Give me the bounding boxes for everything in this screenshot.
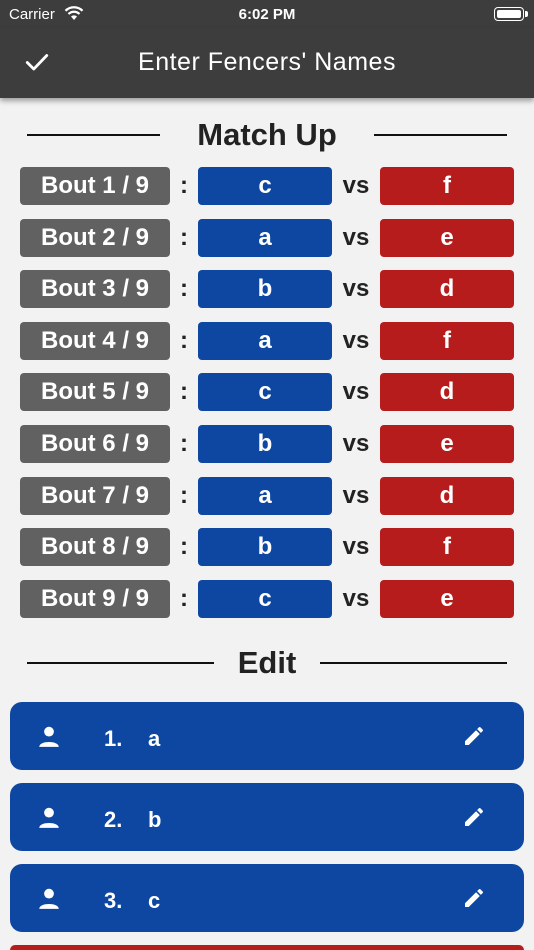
colon-separator: : xyxy=(180,533,188,560)
page-title: Enter Fencers' Names xyxy=(138,48,396,76)
fencer-number: 2. xyxy=(104,807,123,832)
right-fencer: e xyxy=(380,219,514,257)
status-bar: Carrier 6:02 PM xyxy=(0,0,534,28)
bout-row: Bout 2 / 9 : a vs e xyxy=(0,218,534,258)
vs-label: vs xyxy=(342,533,370,560)
bout-row: Bout 3 / 9 : b vs d xyxy=(0,269,534,309)
divider-right xyxy=(374,134,507,136)
right-fencer: f xyxy=(380,322,514,360)
edit-pencil-icon[interactable] xyxy=(462,886,486,910)
battery-icon xyxy=(494,7,528,21)
edit-pencil-icon[interactable] xyxy=(462,724,486,748)
bout-label: Bout 1 / 9 xyxy=(20,167,170,205)
bout-row: Bout 4 / 9 : a vs f xyxy=(0,321,534,361)
vs-label: vs xyxy=(342,172,370,199)
edit-header: Edit xyxy=(0,643,534,683)
bout-label: Bout 4 / 9 xyxy=(20,322,170,360)
fencer-number: 3. xyxy=(104,888,123,913)
vs-label: vs xyxy=(342,327,370,354)
bout-row: Bout 7 / 9 : a vs d xyxy=(0,476,534,516)
bout-label: Bout 6 / 9 xyxy=(20,425,170,463)
left-fencer: b xyxy=(198,425,332,463)
left-fencer: a xyxy=(198,322,332,360)
edit-pencil-icon[interactable] xyxy=(462,805,486,829)
bout-label: Bout 5 / 9 xyxy=(20,373,170,411)
vs-label: vs xyxy=(342,378,370,405)
right-fencer: d xyxy=(380,373,514,411)
colon-separator: : xyxy=(180,224,188,251)
right-fencer: f xyxy=(380,528,514,566)
bout-label: Bout 7 / 9 xyxy=(20,477,170,515)
person-icon xyxy=(39,726,59,747)
left-fencer: b xyxy=(198,528,332,566)
fencer-name: a xyxy=(148,726,161,751)
bout-label: Bout 9 / 9 xyxy=(20,580,170,618)
vs-label: vs xyxy=(342,224,370,251)
right-fencer: d xyxy=(380,477,514,515)
right-fencer: d xyxy=(380,270,514,308)
bout-label: Bout 2 / 9 xyxy=(20,219,170,257)
fencer-number: 1. xyxy=(104,726,123,751)
bout-label: Bout 8 / 9 xyxy=(20,528,170,566)
colon-separator: : xyxy=(180,585,188,612)
app-bar: Enter Fencers' Names xyxy=(0,28,534,98)
left-fencer: c xyxy=(198,580,332,618)
fencer-name: b xyxy=(148,807,162,832)
bout-label: Bout 3 / 9 xyxy=(20,270,170,308)
right-fencer: f xyxy=(380,167,514,205)
person-icon xyxy=(39,888,59,909)
fencer-edit-card[interactable]: 3. c xyxy=(10,864,524,932)
left-fencer: c xyxy=(198,167,332,205)
left-fencer: c xyxy=(198,373,332,411)
vs-label: vs xyxy=(342,482,370,509)
vs-label: vs xyxy=(342,275,370,302)
fencer-edit-card[interactable]: 1. a xyxy=(10,702,524,770)
left-fencer: a xyxy=(198,219,332,257)
divider-right xyxy=(320,662,507,664)
fencer-edit-card-partial[interactable] xyxy=(10,945,524,950)
fencer-edit-card[interactable]: 2. b xyxy=(10,783,524,851)
vs-label: vs xyxy=(342,430,370,457)
bout-row: Bout 9 / 9 : c vs e xyxy=(0,579,534,619)
left-fencer: a xyxy=(198,477,332,515)
fencer-name: c xyxy=(148,888,161,913)
colon-separator: : xyxy=(180,275,188,302)
colon-separator: : xyxy=(180,378,188,405)
colon-separator: : xyxy=(180,482,188,509)
vs-label: vs xyxy=(342,585,370,612)
bout-row: Bout 6 / 9 : b vs e xyxy=(0,424,534,464)
colon-separator: : xyxy=(180,430,188,457)
clock: 6:02 PM xyxy=(238,6,296,23)
bout-row: Bout 8 / 9 : b vs f xyxy=(0,527,534,567)
bout-row: Bout 1 / 9 : c vs f xyxy=(0,166,534,206)
right-fencer: e xyxy=(380,425,514,463)
left-fencer: b xyxy=(198,270,332,308)
match-up-header: Match Up xyxy=(0,115,534,155)
colon-separator: : xyxy=(180,327,188,354)
person-icon xyxy=(39,807,59,828)
right-fencer: e xyxy=(380,580,514,618)
bout-row: Bout 5 / 9 : c vs d xyxy=(0,372,534,412)
colon-separator: : xyxy=(180,172,188,199)
